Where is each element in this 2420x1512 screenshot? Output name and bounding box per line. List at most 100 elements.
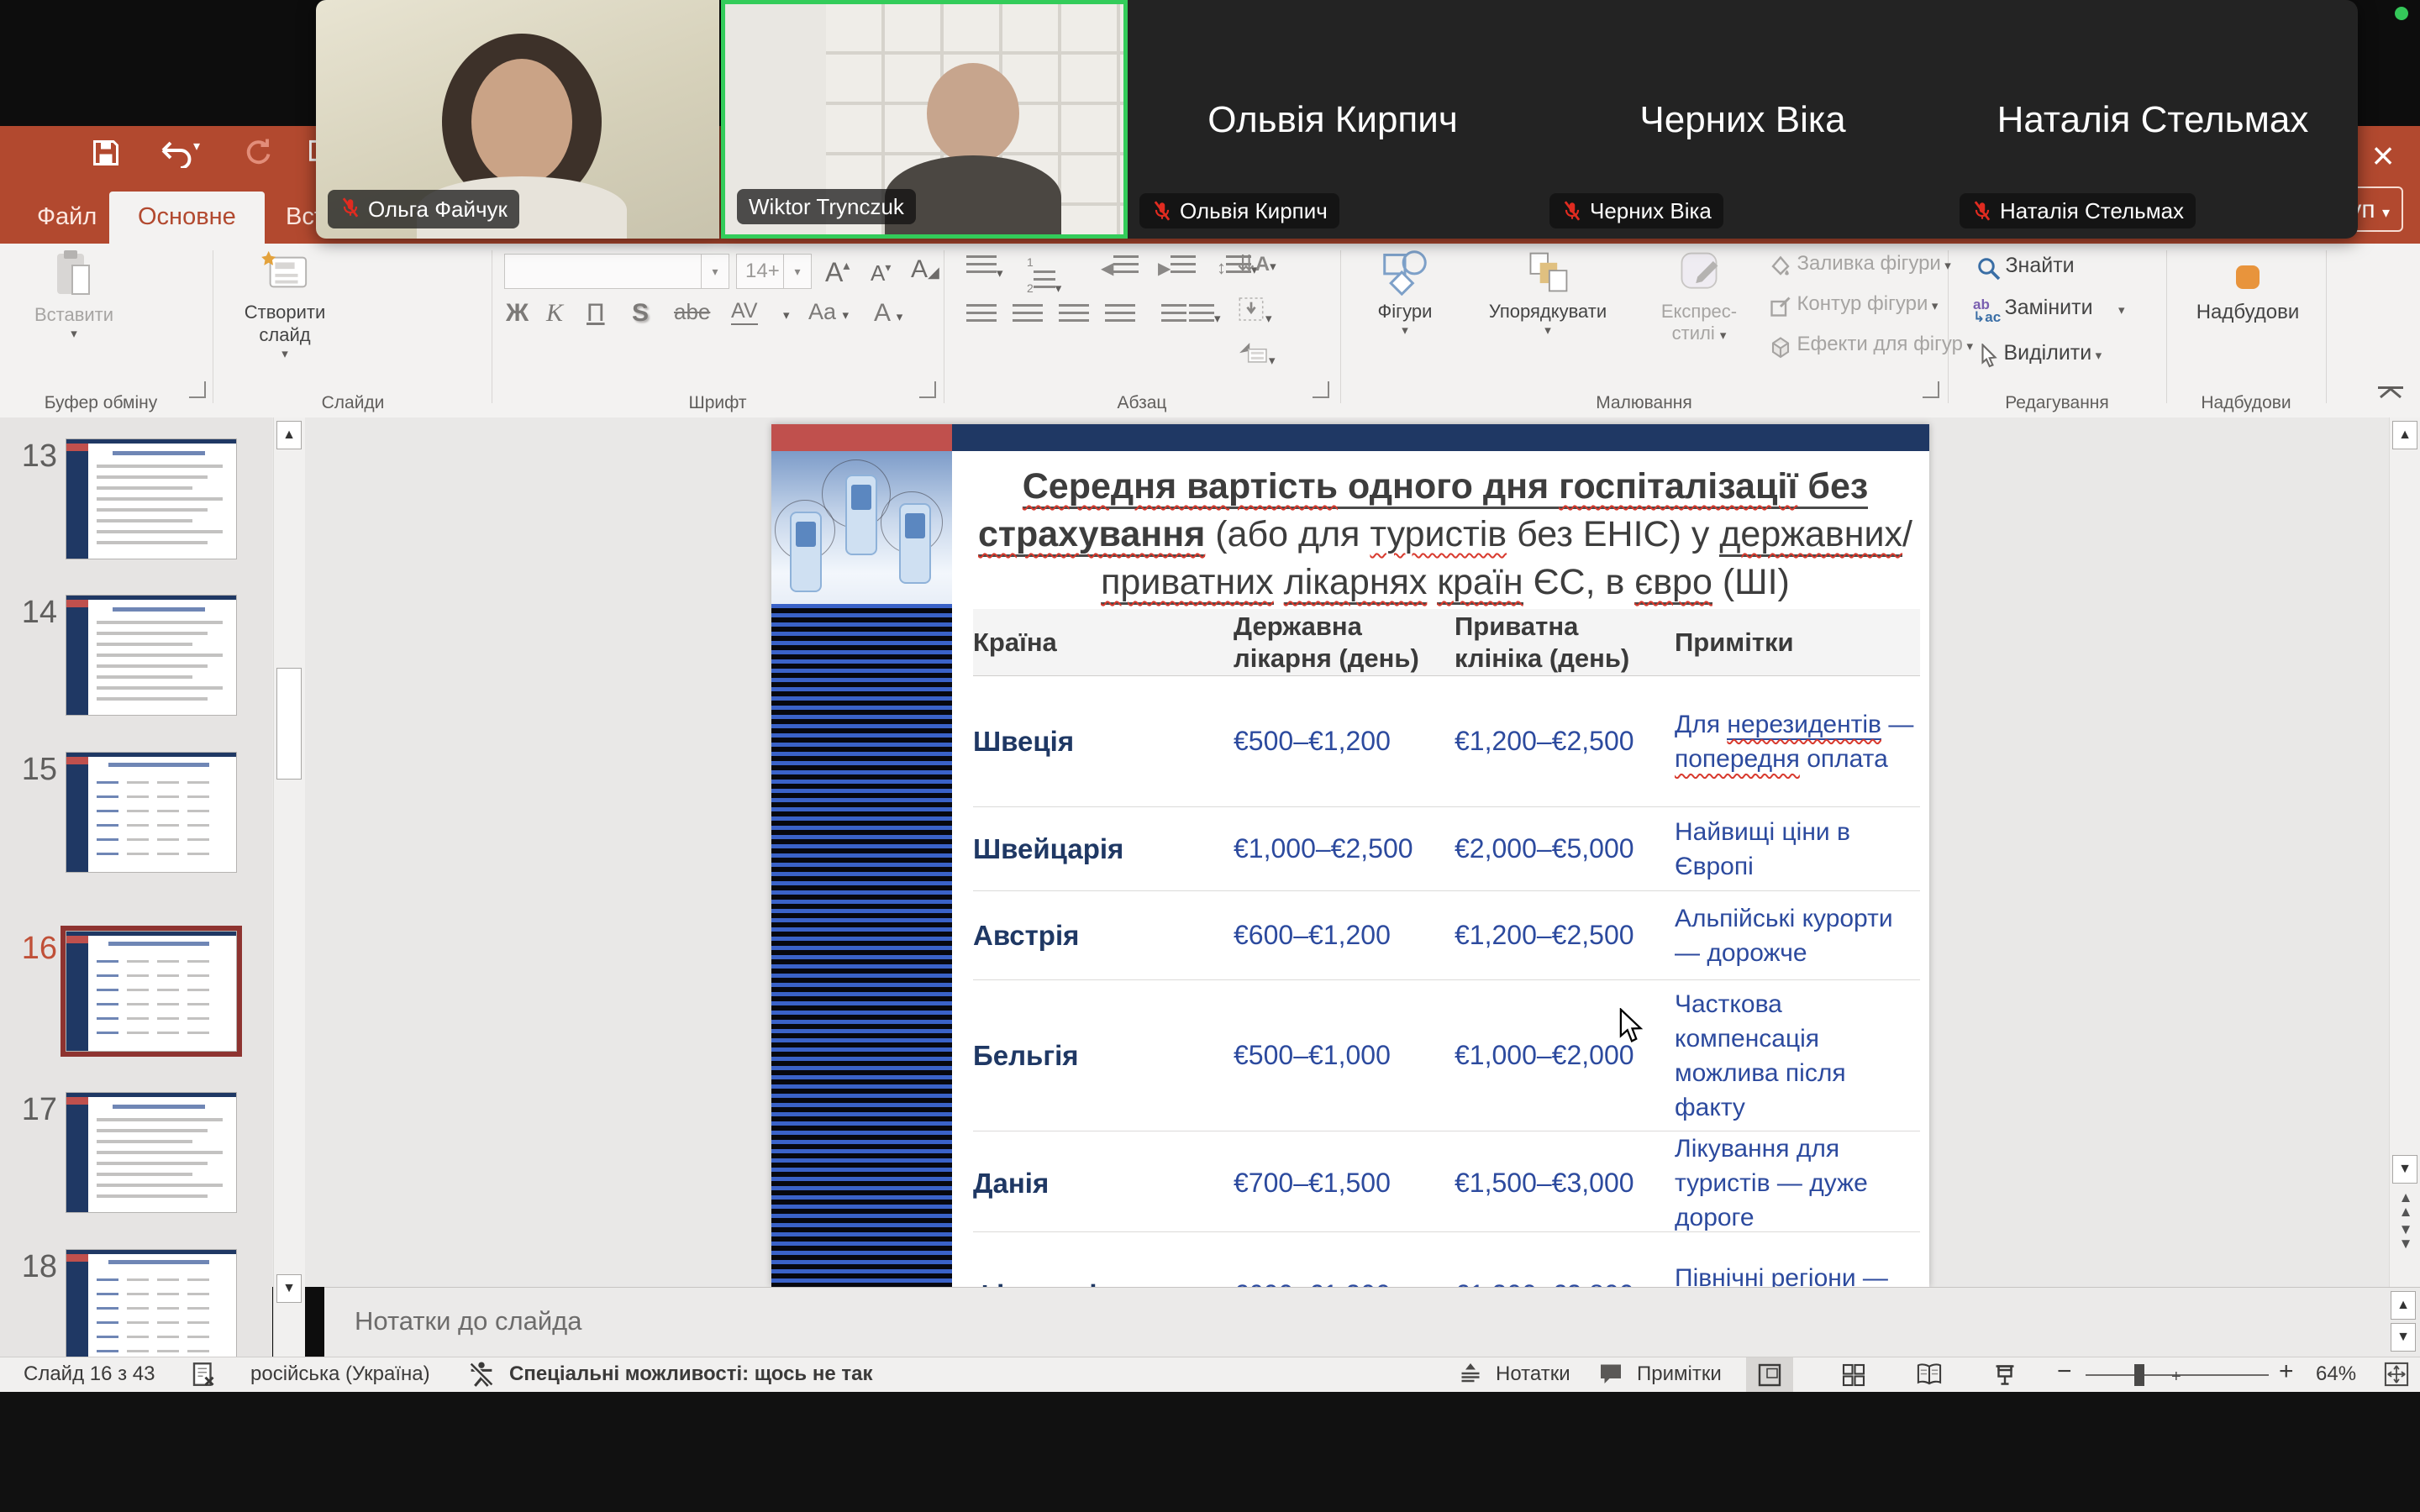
zoom-slider-thumb[interactable] xyxy=(2134,1364,2144,1386)
reading-view-button[interactable] xyxy=(1906,1357,1953,1393)
align-right-button[interactable] xyxy=(1059,304,1089,330)
slides-group-label: Слайди xyxy=(244,393,462,413)
change-case-button[interactable]: Aa ▾ xyxy=(808,299,849,325)
slide-title[interactable]: Середня вартість одного дня госпіталізац… xyxy=(966,463,1924,606)
shrink-font-button[interactable]: A▾ xyxy=(871,260,891,286)
notes-toggle-button[interactable]: Нотатки xyxy=(1496,1362,1570,1386)
justify-button[interactable] xyxy=(1105,304,1135,330)
comments-toggle-icon[interactable] xyxy=(1598,1361,1623,1392)
decrease-indent-button[interactable]: ◀ xyxy=(1101,255,1139,279)
text-direction-button[interactable]: ⇊A▾ xyxy=(1237,250,1276,276)
comments-toggle-button[interactable]: Примітки xyxy=(1637,1362,1722,1386)
quick-styles-button[interactable]: Експрес-стилі ▾ xyxy=(1640,249,1758,347)
underline-button[interactable]: П xyxy=(587,299,605,328)
slide-counter[interactable]: Слайд 16 з 43 xyxy=(24,1362,155,1386)
shape-effects-button[interactable]: Ефекти для фігур ▾ xyxy=(1768,333,1973,360)
grow-font-button[interactable]: A▴ xyxy=(825,257,850,288)
zoom-out-button[interactable]: − xyxy=(2057,1357,2072,1386)
save-icon[interactable] xyxy=(91,138,121,176)
slide-thumbnail-15[interactable] xyxy=(66,752,237,873)
font-color-button[interactable]: A ▾ xyxy=(874,299,902,328)
bold-button[interactable]: Ж xyxy=(506,299,529,328)
participant-tile[interactable]: Наталія СтельмахНаталія Стельмах xyxy=(1948,0,2358,239)
strikethrough-button[interactable]: abe xyxy=(674,299,710,325)
shape-fill-button[interactable]: Заливка фігури ▾ xyxy=(1768,252,1951,279)
video-tile-wiktor[interactable]: Wiktor Trynczuk xyxy=(721,0,1128,239)
redo-icon[interactable] xyxy=(242,138,272,176)
font-size-combo[interactable]: 14+▾ xyxy=(736,254,812,289)
fit-to-window-icon[interactable] xyxy=(2383,1361,2410,1394)
slide-thumbnail-panel[interactable]: 131415161718 xyxy=(0,417,272,1357)
addins-group-label: Надбудови xyxy=(2166,393,2326,413)
slide-scroll-down-icon[interactable]: ▼ xyxy=(2392,1155,2417,1184)
note-cell: Альпійські курорти — дорожче xyxy=(1675,901,1920,970)
spellcheck-icon[interactable] xyxy=(192,1361,217,1394)
thumbnail-scroll-thumb[interactable] xyxy=(276,668,302,780)
tab-home[interactable]: Основне xyxy=(109,192,265,244)
increase-indent-button[interactable]: ▶ xyxy=(1158,255,1196,279)
paste-button[interactable]: Вставити ▾ xyxy=(24,249,124,341)
previous-slide-icon[interactable]: ▲▲ xyxy=(2395,1190,2417,1219)
accessibility-status[interactable]: Спеціальні можливості: щось не так xyxy=(509,1362,872,1386)
thumbnail-scroll-down-icon[interactable]: ▼ xyxy=(276,1274,302,1303)
undo-icon[interactable]: ▾ xyxy=(158,138,200,176)
character-spacing-button[interactable]: AV xyxy=(731,299,758,325)
thumbnail-number: 13 xyxy=(7,438,57,475)
shape-outline-button[interactable]: Контур фігури ▾ xyxy=(1768,292,1938,319)
private-clinic-cell: €2,000–€5,000 xyxy=(1455,833,1675,864)
shapes-button[interactable]: Фігури ▾ xyxy=(1355,249,1455,338)
notes-scroll-down-icon[interactable]: ▼ xyxy=(2391,1323,2416,1352)
select-button[interactable]: Виділити ▾ xyxy=(1978,341,2102,369)
country-cell: Бельгія xyxy=(973,1040,1234,1072)
text-shadow-button[interactable]: S xyxy=(632,299,649,328)
video-tile-olha[interactable]: Ольга Файчук xyxy=(316,0,719,239)
slide-table[interactable]: КраїнаДержавна лікарня (день)Приватна кл… xyxy=(973,609,1920,1287)
next-slide-icon[interactable]: ▼▼ xyxy=(2395,1222,2417,1251)
slide-sorter-view-button[interactable] xyxy=(1830,1357,1877,1393)
slide-thumbnail-16[interactable] xyxy=(66,931,237,1052)
notes-scroll-up-icon[interactable]: ▲ xyxy=(2391,1291,2416,1320)
collapse-ribbon-icon[interactable] xyxy=(2378,386,2403,402)
slide-thumbnail-18[interactable] xyxy=(66,1249,237,1357)
close-icon[interactable]: × xyxy=(2358,131,2408,181)
notes-scrollbar[interactable]: ▲ ▼ xyxy=(2389,1289,2419,1357)
language-status[interactable]: російська (Україна) xyxy=(250,1362,430,1386)
slide-thumbnail-13[interactable] xyxy=(66,438,237,559)
phones-image xyxy=(771,451,952,604)
arrange-button[interactable]: Упорядкувати ▾ xyxy=(1464,249,1632,338)
italic-button[interactable]: К xyxy=(546,299,563,328)
slide-thumbnail-17[interactable] xyxy=(66,1092,237,1213)
align-center-button[interactable] xyxy=(1013,304,1043,330)
new-slide-button[interactable]: Створити слайд ▾ xyxy=(231,249,339,361)
slideshow-view-button[interactable] xyxy=(1981,1357,2028,1393)
columns-button[interactable]: ▾ xyxy=(1161,304,1221,327)
clear-formatting-button[interactable]: A◢ xyxy=(911,255,939,284)
participant-tile[interactable]: Черних ВікаЧерних Віка xyxy=(1538,0,1948,239)
thumbnail-scroll-up-icon[interactable]: ▲ xyxy=(276,421,302,449)
zoom-level[interactable]: 64% xyxy=(2316,1362,2356,1386)
notes-toggle-icon[interactable] xyxy=(1459,1361,1482,1392)
zoom-in-button[interactable]: + xyxy=(2279,1357,2294,1386)
slide-thumbnail-14[interactable] xyxy=(66,595,237,716)
country-cell: Швеція xyxy=(973,726,1234,758)
character-spacing-chevron[interactable]: ▾ xyxy=(783,307,790,323)
numbering-button[interactable]: 12▾ xyxy=(1027,255,1061,297)
thumbnail-scrollbar[interactable]: ▲ ▼ xyxy=(273,417,305,1357)
normal-view-button[interactable] xyxy=(1746,1357,1793,1393)
slide-scroll-up-icon[interactable]: ▲ xyxy=(2392,421,2417,449)
notes-panel[interactable]: Нотатки до слайда ▲ ▼ xyxy=(324,1287,2420,1357)
public-hospital-cell: €1,000–€2,500 xyxy=(1234,833,1455,864)
addins-icon xyxy=(2236,265,2260,289)
slide-canvas[interactable]: Середня вартість одного дня госпіталізац… xyxy=(771,424,1929,1287)
tab-file[interactable]: Файл xyxy=(8,192,125,244)
align-text-button[interactable]: ▾ xyxy=(1237,296,1272,327)
convert-smartart-button[interactable]: ▾ xyxy=(1237,338,1276,369)
align-left-button[interactable] xyxy=(966,304,997,330)
font-name-combo[interactable]: ▾ xyxy=(504,254,729,289)
bullets-button[interactable]: ▾ xyxy=(966,255,1003,281)
addins-button[interactable]: Надбудови xyxy=(2185,259,2311,324)
participant-tile[interactable]: Ольвія КирпичОльвія Кирпич xyxy=(1128,0,1538,239)
slide-scrollbar[interactable]: ▲ ▼ ▲▲ ▼▼ xyxy=(2389,417,2420,1287)
find-button[interactable]: Знайти xyxy=(1976,254,2075,281)
replace-button[interactable]: ab↳ac Замінити ▾ xyxy=(1973,296,2125,323)
